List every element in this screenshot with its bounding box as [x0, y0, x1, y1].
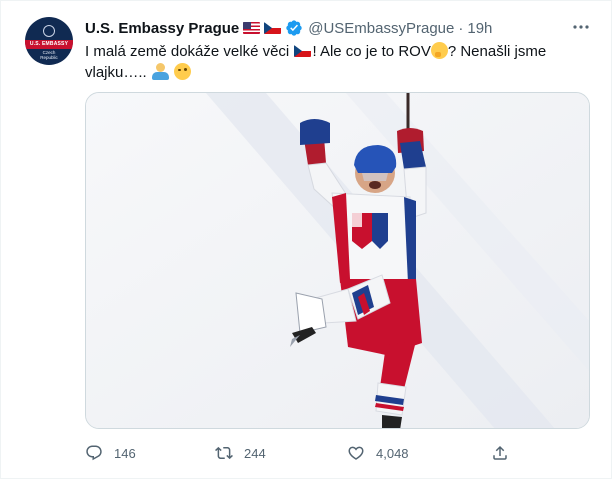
- us-flag-icon: [243, 22, 261, 34]
- like-count: 4,048: [376, 445, 409, 461]
- thinking-face-emoji-icon: [430, 42, 448, 59]
- handle[interactable]: @USEmbassyPrague: [308, 20, 454, 37]
- reply-count: 146: [114, 445, 136, 461]
- verified-badge-icon: [286, 20, 302, 36]
- person-shrugging-emoji-icon: [151, 63, 170, 80]
- separator-dot: ·: [458, 19, 464, 37]
- share-icon: [493, 445, 507, 460]
- more-icon[interactable]: [571, 19, 591, 35]
- winking-face-emoji-icon: [174, 63, 192, 80]
- tweet-actions: 146 244 4,048: [85, 441, 590, 465]
- tweet-card[interactable]: U.S. EMBASSY Czech Republic U.S. Embassy…: [0, 0, 612, 479]
- embassy-seal-icon: [43, 25, 55, 37]
- tweet-header: U.S. Embassy Prague @USEmbassyPrague · 1…: [85, 18, 492, 38]
- tweet-text-part-2: ! Ale co je to ROV: [312, 43, 431, 60]
- tweet-text: I malá země dokáže velké věci ! Ale co j…: [85, 41, 585, 83]
- display-name[interactable]: U.S. Embassy Prague: [85, 20, 239, 37]
- timestamp[interactable]: 19h: [467, 20, 492, 37]
- tweet-photo[interactable]: [85, 92, 590, 429]
- tweet-text-part-1: I malá země dokáže velké věci: [85, 43, 294, 60]
- retweet-icon: [215, 446, 233, 460]
- avatar[interactable]: U.S. EMBASSY Czech Republic: [25, 17, 73, 65]
- retweet-count: 244: [244, 445, 266, 461]
- like-icon: [348, 446, 364, 460]
- like-button[interactable]: 4,048: [347, 441, 409, 465]
- retweet-button[interactable]: 244: [215, 441, 266, 465]
- avatar-band-text: U.S. EMBASSY: [29, 41, 69, 47]
- avatar-sub-text: Czech Republic: [40, 50, 58, 60]
- czech-flag-emoji-icon: [294, 45, 312, 57]
- hockey-player-photo: [86, 93, 589, 428]
- reply-button[interactable]: 146: [85, 441, 136, 465]
- share-button[interactable]: [491, 441, 520, 465]
- reply-icon: [86, 445, 102, 461]
- czech-flag-icon: [264, 22, 282, 34]
